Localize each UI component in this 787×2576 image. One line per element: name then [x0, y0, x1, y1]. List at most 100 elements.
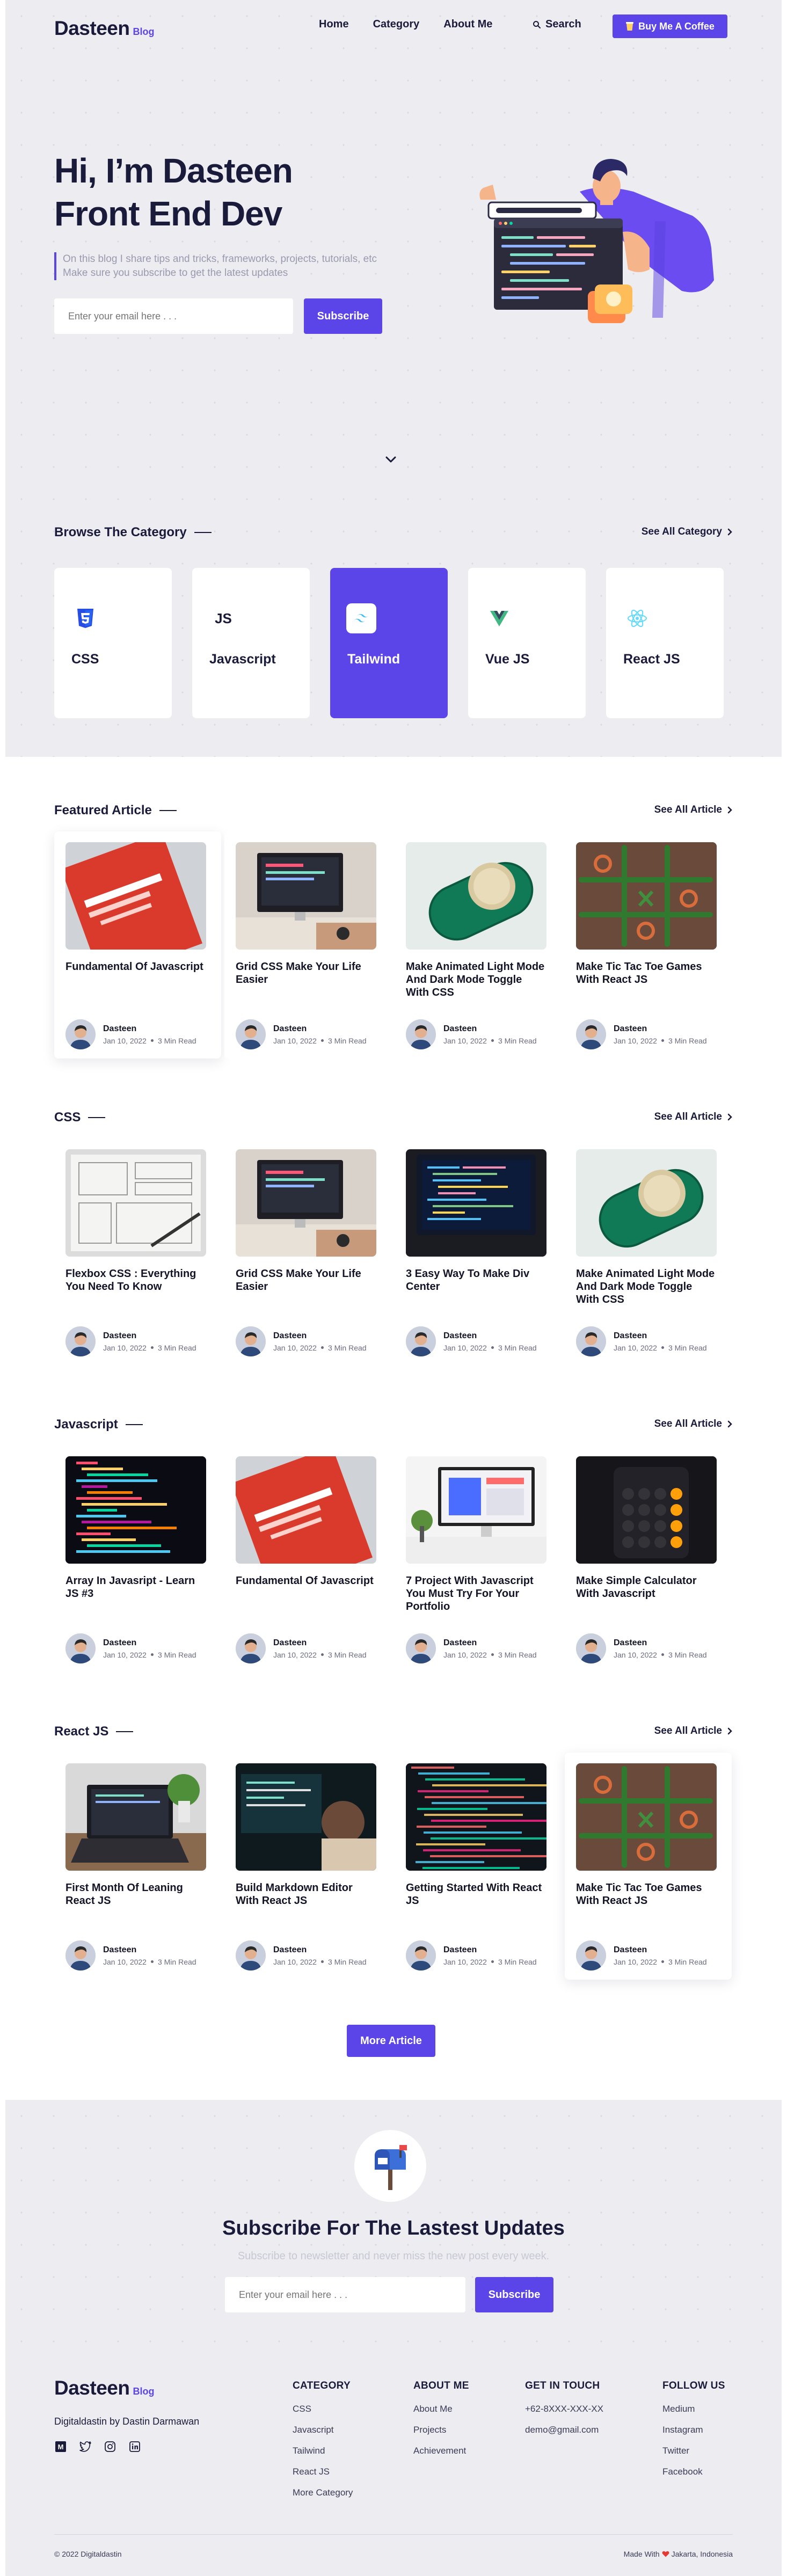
- article-thumbnail[interactable]: [236, 842, 376, 950]
- article-card[interactable]: Make Animated Light Mode And Dark Mode T…: [395, 831, 562, 1059]
- buy-coffee-button[interactable]: Buy Me A Coffee: [613, 14, 727, 38]
- footer-link[interactable]: CSS: [293, 2404, 353, 2414]
- article-thumbnail[interactable]: [65, 1149, 206, 1257]
- category-card-tailwind[interactable]: Tailwind: [330, 568, 448, 718]
- article-title[interactable]: Fundamental Of Javascript: [236, 1574, 376, 1587]
- author-name: Dasteen: [443, 1331, 477, 1340]
- article-thumbnail[interactable]: [236, 1149, 376, 1257]
- article-author: Dasteen Jan 10, 2022 3 Min Read: [65, 1019, 196, 1049]
- medium-icon[interactable]: M: [54, 2440, 67, 2453]
- article-title[interactable]: Make Tic Tac Toe Games With React JS: [576, 960, 717, 986]
- article-thumbnail[interactable]: [406, 1763, 546, 1871]
- see-all-article-link[interactable]: See All Article: [654, 804, 733, 816]
- article-meta: Jan 10, 2022 3 Min Read: [103, 1651, 196, 1659]
- article-title[interactable]: Grid CSS Make Your Life Easier: [236, 960, 376, 986]
- hero-description: On this blog I share tips and tricks, fr…: [54, 252, 377, 280]
- footer-link[interactable]: Tailwind: [293, 2446, 353, 2456]
- subscribe-button[interactable]: Subscribe: [475, 2277, 553, 2312]
- article-thumbnail[interactable]: [576, 1149, 717, 1257]
- footer-link[interactable]: Javascript: [293, 2425, 353, 2435]
- article-card[interactable]: First Month Of Leaning React JS Dasteen …: [54, 1753, 221, 1980]
- article-card[interactable]: Make Tic Tac Toe Games With React JS Das…: [565, 831, 732, 1059]
- subscribe-email-input[interactable]: [225, 2277, 465, 2312]
- footer-link[interactable]: Projects: [413, 2425, 469, 2435]
- article-card[interactable]: Make Simple Calculator With Javascript D…: [565, 1446, 732, 1673]
- article-card[interactable]: Getting Started With React JS Dasteen Ja…: [395, 1753, 562, 1980]
- article-meta: Jan 10, 2022 3 Min Read: [614, 1344, 707, 1352]
- article-thumbnail[interactable]: [65, 1456, 206, 1564]
- article-title[interactable]: Fundamental Of Javascript: [65, 960, 206, 973]
- footer-link[interactable]: About Me: [413, 2404, 469, 2414]
- linkedin-icon[interactable]: [128, 2440, 141, 2453]
- nav-search[interactable]: Search: [533, 18, 581, 31]
- article-thumbnail[interactable]: [576, 1763, 717, 1871]
- article-thumbnail[interactable]: [236, 1456, 376, 1564]
- site-logo[interactable]: Dasteen Blog: [54, 17, 154, 40]
- title-underline: [125, 1424, 143, 1425]
- article-title[interactable]: Grid CSS Make Your Life Easier: [236, 1267, 376, 1293]
- category-card-css[interactable]: CSS: [54, 568, 172, 718]
- article-card[interactable]: Grid CSS Make Your Life Easier Dasteen J…: [224, 831, 391, 1059]
- article-date: Jan 10, 2022: [103, 1957, 147, 1966]
- article-title[interactable]: Array In Javasript - Learn JS #3: [65, 1574, 206, 1600]
- footer-link[interactable]: React JS: [293, 2466, 353, 2477]
- category-card-javascript[interactable]: JS Javascript: [192, 568, 310, 718]
- footer-link[interactable]: Achievement: [413, 2446, 469, 2456]
- article-thumbnail[interactable]: [406, 1456, 546, 1564]
- article-meta: Jan 10, 2022 3 Min Read: [614, 1958, 707, 1966]
- article-title[interactable]: Getting Started With React JS: [406, 1881, 546, 1907]
- article-thumbnail[interactable]: [65, 842, 206, 950]
- article-thumbnail[interactable]: [576, 1456, 717, 1564]
- see-all-category-link[interactable]: See All Category: [642, 526, 733, 538]
- article-title[interactable]: First Month Of Leaning React JS: [65, 1881, 206, 1907]
- article-title[interactable]: Build Markdown Editor With React JS: [236, 1881, 376, 1907]
- article-thumbnail[interactable]: [406, 1149, 546, 1257]
- article-title[interactable]: Make Tic Tac Toe Games With React JS: [576, 1881, 717, 1907]
- footer-logo[interactable]: Dasteen Blog: [54, 2377, 154, 2399]
- more-article-button[interactable]: More Article: [347, 2025, 435, 2057]
- footer-link[interactable]: Medium: [662, 2404, 725, 2414]
- article-card[interactable]: Fundamental Of Javascript Dasteen Jan 10…: [54, 831, 221, 1059]
- section-title: Javascript: [54, 1417, 143, 1432]
- article-thumbnail[interactable]: [65, 1763, 206, 1871]
- article-card[interactable]: Grid CSS Make Your Life Easier Dasteen J…: [224, 1139, 391, 1366]
- scroll-down-chevron-icon[interactable]: [383, 454, 399, 465]
- article-card[interactable]: Fundamental Of Javascript Dasteen Jan 10…: [224, 1446, 391, 1673]
- see-all-article-link[interactable]: See All Article: [654, 1111, 733, 1123]
- see-all-article-link[interactable]: See All Article: [654, 1725, 733, 1737]
- article-thumbnail[interactable]: [576, 842, 717, 950]
- article-title[interactable]: Make Animated Light Mode And Dark Mode T…: [406, 960, 546, 999]
- footer-email[interactable]: demo@gmail.com: [525, 2425, 603, 2435]
- footer-phone[interactable]: +62-8XXX-XXX-XX: [525, 2404, 603, 2414]
- article-thumbnail[interactable]: [236, 1763, 376, 1871]
- article-card[interactable]: Build Markdown Editor With React JS Dast…: [224, 1753, 391, 1980]
- article-title[interactable]: Make Simple Calculator With Javascript: [576, 1574, 717, 1600]
- article-card[interactable]: 3 Easy Way To Make Div Center Dasteen Ja…: [395, 1139, 562, 1366]
- footer-category-heading: CATEGORY: [293, 2380, 351, 2391]
- article-title[interactable]: Flexbox CSS : Everything You Need To Kno…: [65, 1267, 206, 1293]
- nav-home-link[interactable]: Home: [319, 18, 349, 31]
- footer-link[interactable]: More Category: [293, 2487, 353, 2498]
- article-title[interactable]: 3 Easy Way To Make Div Center: [406, 1267, 546, 1293]
- avatar: [406, 1940, 436, 1971]
- twitter-icon[interactable]: [79, 2440, 92, 2453]
- hero-subscribe-button[interactable]: Subscribe: [304, 298, 382, 334]
- article-card[interactable]: 7 Project With Javascript You Must Try F…: [395, 1446, 562, 1673]
- footer-link[interactable]: Twitter: [662, 2446, 725, 2456]
- category-card-react[interactable]: React JS: [606, 568, 724, 718]
- article-card[interactable]: Make Tic Tac Toe Games With React JS Das…: [565, 1753, 732, 1980]
- article-card[interactable]: Array In Javasript - Learn JS #3 Dasteen…: [54, 1446, 221, 1673]
- nav-about-link[interactable]: About Me: [443, 18, 492, 31]
- article-thumbnail[interactable]: [406, 842, 546, 950]
- article-card[interactable]: Flexbox CSS : Everything You Need To Kno…: [54, 1139, 221, 1366]
- footer-link[interactable]: Facebook: [662, 2466, 725, 2477]
- article-title[interactable]: 7 Project With Javascript You Must Try F…: [406, 1574, 546, 1613]
- article-title[interactable]: Make Animated Light Mode And Dark Mode T…: [576, 1267, 717, 1306]
- article-card[interactable]: Make Animated Light Mode And Dark Mode T…: [565, 1139, 732, 1366]
- nav-category-link[interactable]: Category: [373, 18, 420, 31]
- see-all-article-link[interactable]: See All Article: [654, 1418, 733, 1430]
- instagram-icon[interactable]: [104, 2440, 116, 2453]
- footer-link[interactable]: Instagram: [662, 2425, 725, 2435]
- category-card-vue[interactable]: Vue JS: [468, 568, 586, 718]
- hero-email-input[interactable]: [54, 298, 293, 334]
